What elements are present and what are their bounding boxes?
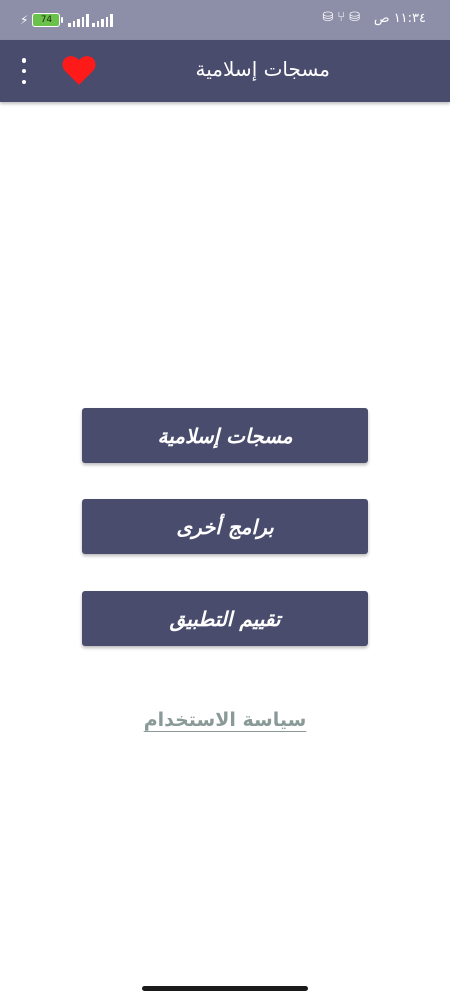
heart-icon[interactable] — [62, 54, 96, 86]
signal-icon — [68, 14, 89, 27]
signal-icon — [92, 14, 113, 27]
status-bar: ⚡ 74 ⛁⑂⛁ ١١:٣٤ ص — [0, 0, 450, 40]
app-bar: مسجات إسلامية — [0, 40, 450, 102]
status-time: ١١:٣٤ ص — [373, 11, 426, 26]
charging-icon: ⚡ — [20, 13, 29, 27]
sim-icon: ⛁ — [349, 10, 364, 25]
home-indicator[interactable] — [142, 986, 308, 991]
page-title: مسجات إسلامية — [195, 57, 330, 81]
other-apps-button[interactable]: برامج أخرى — [82, 499, 368, 554]
sim-icon: ⛁ — [322, 10, 338, 25]
usage-policy-link[interactable]: سياسة الاستخدام — [0, 709, 450, 731]
islamic-messages-button[interactable]: مسجات إسلامية — [82, 408, 368, 463]
notification-icons: ⛁⑂⛁ — [322, 10, 364, 25]
more-vert-icon[interactable] — [14, 58, 34, 84]
usb-icon: ⑂ — [337, 10, 350, 25]
rate-app-button[interactable]: تقييم التطبيق — [82, 591, 368, 646]
battery-icon: 74 — [32, 13, 64, 27]
battery-indicator: ⚡ 74 — [20, 13, 64, 27]
